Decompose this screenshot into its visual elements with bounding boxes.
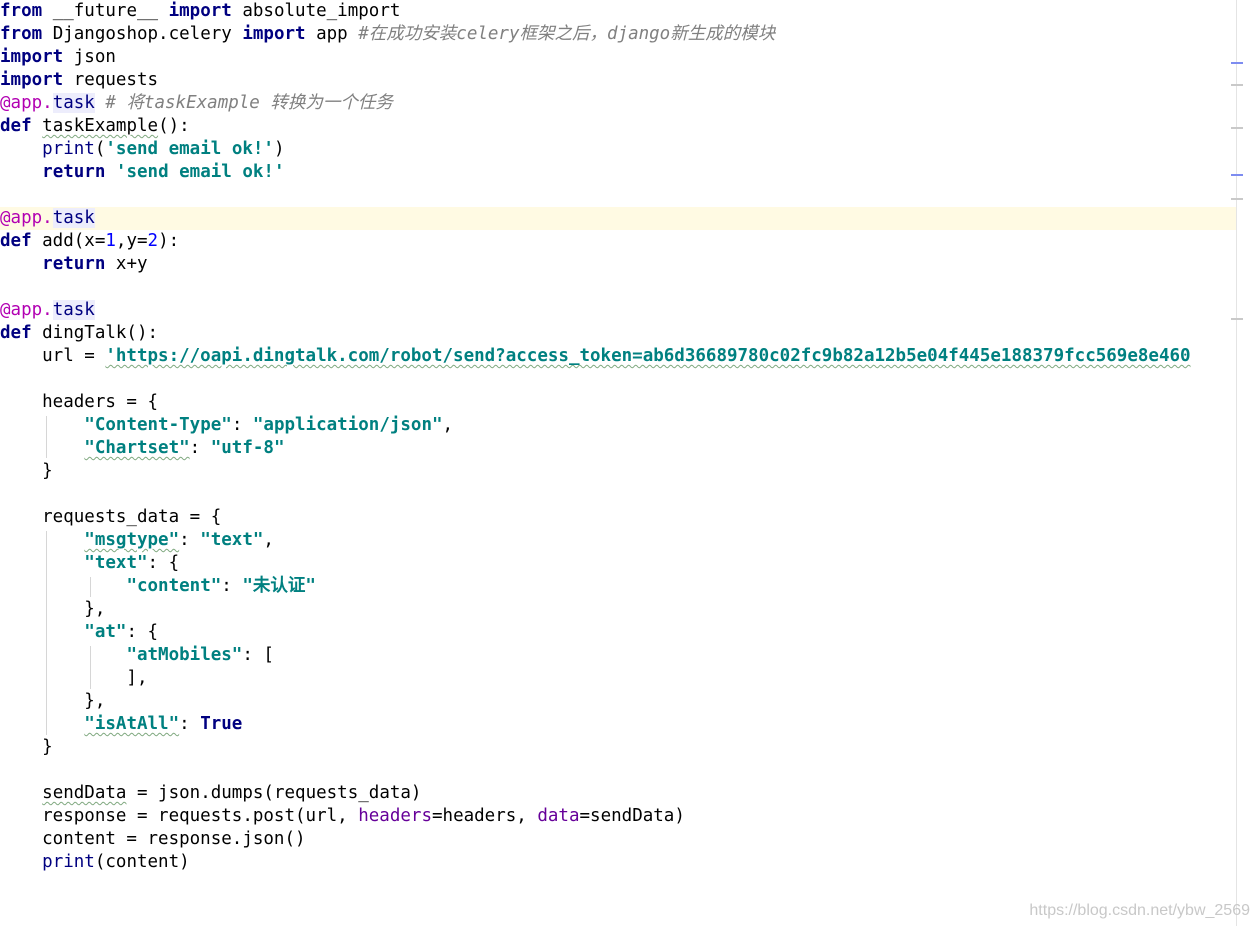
code-line-5[interactable]: @app.task # 将taskExample 转换为一个任务	[0, 92, 393, 115]
code-editor[interactable]: from __future__ import absolute_import f…	[0, 0, 1236, 926]
code-line-38[interactable]: print(content)	[0, 851, 190, 874]
marker-stripe[interactable]	[1231, 198, 1243, 200]
code-line-4[interactable]: import requests	[0, 69, 158, 92]
error-stripe-scrollbar[interactable]	[1231, 0, 1258, 926]
code-line-37[interactable]: content = response.json()	[0, 828, 305, 851]
code-line-15[interactable]: def dingTalk():	[0, 322, 158, 345]
marker-stripe[interactable]	[1231, 318, 1243, 320]
code-line-26[interactable]: "content": "未认证"	[0, 575, 315, 598]
indent-guide	[90, 646, 91, 689]
code-line-7[interactable]: print('send email ok!')	[0, 138, 284, 161]
marker-stripe[interactable]	[1231, 62, 1243, 64]
code-line-11[interactable]: def add(x=1,y=2):	[0, 230, 179, 253]
code-line-33[interactable]: }	[0, 736, 53, 759]
code-line-10-current[interactable]: @app.task	[0, 207, 1236, 230]
watermark: https://blog.csdn.net/ybw_2569	[1029, 902, 1250, 919]
code-line-25[interactable]: "text": {	[0, 552, 179, 575]
marker-stripe[interactable]	[1231, 127, 1243, 129]
code-line-6[interactable]: def taskExample():	[0, 115, 190, 138]
code-line-27[interactable]: },	[0, 598, 105, 621]
code-comment: #在成功安装celery框架之后，django新生成的模块	[358, 24, 776, 44]
code-line-23[interactable]: requests_data = {	[0, 506, 221, 529]
code-line-14[interactable]: @app.task	[0, 299, 95, 322]
code-line-31[interactable]: },	[0, 690, 105, 713]
code-line-30[interactable]: ],	[0, 667, 147, 690]
indent-guide	[90, 577, 91, 597]
marker-stripe[interactable]	[1231, 84, 1243, 86]
code-line-8[interactable]: return 'send email ok!'	[0, 161, 284, 184]
code-line-32[interactable]: "isAtAll": True	[0, 713, 242, 736]
code-line-16[interactable]: url = 'https://oapi.dingtalk.com/robot/s…	[0, 345, 1190, 368]
code-line-24[interactable]: "msgtype": "text",	[0, 529, 274, 552]
code-line-18[interactable]: headers = {	[0, 391, 158, 414]
code-line-19[interactable]: "Content-Type": "application/json",	[0, 414, 453, 437]
code-line-29[interactable]: "atMobiles": [	[0, 644, 274, 667]
code-line-21[interactable]: }	[0, 460, 53, 483]
code-line-35[interactable]: sendData = json.dumps(requests_data)	[0, 782, 421, 805]
code-line-3[interactable]: import json	[0, 46, 116, 69]
code-line-36[interactable]: response = requests.post(url, headers=he…	[0, 805, 685, 828]
code-comment: # 将taskExample 转换为一个任务	[94, 93, 393, 113]
indent-guide	[46, 531, 47, 735]
code-line-12[interactable]: return x+y	[0, 253, 147, 276]
code-line-20[interactable]: "Chartset": "utf-8"	[0, 437, 284, 460]
code-line-2[interactable]: from Djangoshop.celery import app #在成功安装…	[0, 23, 775, 46]
code-line-1[interactable]: from __future__ import absolute_import	[0, 0, 400, 23]
code-line-28[interactable]: "at": {	[0, 621, 158, 644]
marker-stripe[interactable]	[1231, 174, 1243, 176]
indent-guide	[46, 416, 47, 458]
